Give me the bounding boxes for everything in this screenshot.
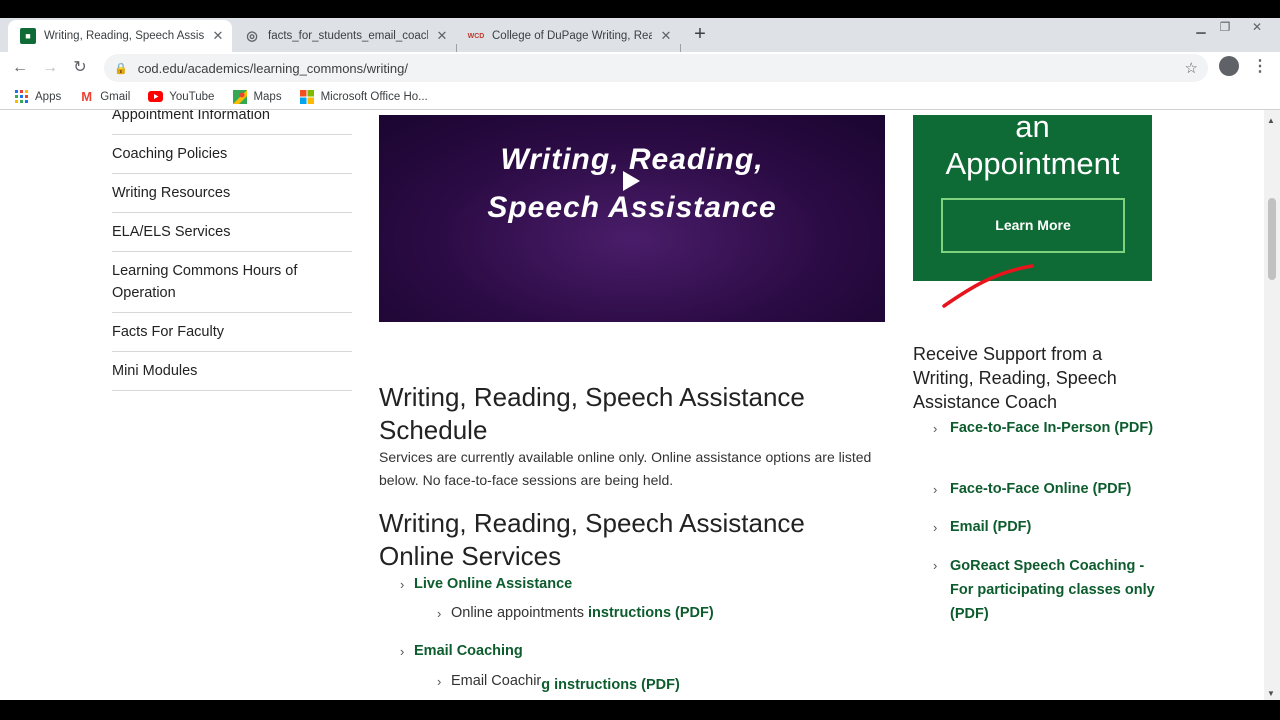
bookmark-gmail[interactable]: M Gmail xyxy=(79,89,130,104)
cod-icon: ■ xyxy=(20,28,36,44)
list-item-goreact: › GoReact Speech Coaching - For particip… xyxy=(933,554,1158,626)
support-heading: Receive Support from a Writing, Reading,… xyxy=(913,344,1117,412)
office-icon xyxy=(300,89,315,104)
bookmarks-bar: Apps M Gmail YouTube Maps Microsoft Offi… xyxy=(0,84,1280,110)
bookmark-star-icon[interactable]: ☆ xyxy=(1185,59,1198,77)
make-appointment-promo: an Appointment Learn More xyxy=(913,115,1152,281)
chevron-right-icon: › xyxy=(933,520,938,535)
forward-icon[interactable]: → xyxy=(38,56,62,80)
bookmark-apps[interactable]: Apps xyxy=(14,89,61,104)
close-window-icon[interactable]: ✕ xyxy=(1242,18,1272,36)
globe-icon: ◎ xyxy=(246,28,258,43)
red-annotation-stroke xyxy=(942,264,1034,308)
maps-icon xyxy=(232,89,247,104)
schedule-heading: Writing, Reading, Speech Assistance Sche… xyxy=(379,382,805,445)
chevron-right-icon: › xyxy=(437,605,442,621)
scroll-thumb[interactable] xyxy=(1268,198,1276,280)
address-bar[interactable]: 🔒 cod.edu/academics/learning_commons/wri… xyxy=(104,54,1208,82)
learn-more-button[interactable]: Learn More xyxy=(941,198,1125,253)
browser-window: ■ Writing, Reading, Speech Assista ✕ ◎ f… xyxy=(0,0,1280,720)
url-text: cod.edu/academics/learning_commons/writi… xyxy=(137,60,408,76)
screen-bottom-bar xyxy=(0,700,1280,720)
web-page: Appointment Information Coaching Policie… xyxy=(0,110,1264,700)
live-online-assistance-link[interactable]: Live Online Assistance xyxy=(414,576,572,592)
tab-title: facts_for_students_email_coachin xyxy=(268,30,428,42)
play-icon[interactable] xyxy=(623,171,640,191)
wcd-icon: WCD xyxy=(467,32,485,40)
sidebar-item-appointment-information[interactable]: Appointment Information xyxy=(112,110,352,126)
restore-icon[interactable]: ❐ xyxy=(1210,18,1240,36)
close-tab-icon[interactable]: ✕ xyxy=(210,28,226,44)
promo-text-line-1: an xyxy=(1015,115,1050,144)
sidebar-item-mini-modules[interactable]: Mini Modules xyxy=(112,352,352,391)
list-item-online-appointments: › Online appointments instructions (PDF) xyxy=(437,605,714,621)
sidebar-item-facts-for-faculty[interactable]: Facts For Faculty xyxy=(112,313,352,352)
bookmark-maps[interactable]: Maps xyxy=(232,89,282,104)
chevron-right-icon: › xyxy=(400,576,405,592)
sidebar-item-hours-of-operation[interactable]: Learning Commons Hours of Operation xyxy=(112,252,352,313)
list-item-email-coaching-instructions: › Email Coachir g instructions (PDF) xyxy=(437,673,680,693)
chevron-right-icon: › xyxy=(437,673,442,689)
bookmark-office[interactable]: Microsoft Office Ho... xyxy=(300,89,428,104)
sidebar-list: Coaching Policies Writing Resources ELA/… xyxy=(112,134,352,391)
bookmark-label: Gmail xyxy=(100,90,131,103)
email-coaching-text: Email Coachir xyxy=(451,673,542,689)
menu-icon[interactable]: ⋮ xyxy=(1252,56,1268,78)
reload-icon[interactable]: ↻ xyxy=(68,56,92,80)
schedule-text: Services are currently available online … xyxy=(379,449,872,488)
video-title-line-2: Speech Assistance xyxy=(487,191,777,224)
list-item-face-to-face-in-person: › Face-to-Face In-Person (PDF) xyxy=(933,416,1158,441)
new-tab-icon[interactable]: + xyxy=(690,22,710,46)
chevron-right-icon: › xyxy=(933,558,938,573)
tab-title: College of DuPage Writing, Read xyxy=(492,30,652,42)
page-scrollbar[interactable]: ▲ ▼ xyxy=(1264,110,1280,700)
apps-grid-icon xyxy=(14,89,29,104)
online-services-heading: Writing, Reading, Speech Assistance Onli… xyxy=(379,508,805,571)
scroll-up-icon[interactable]: ▲ xyxy=(1267,116,1275,125)
sidebar-item-writing-resources[interactable]: Writing Resources xyxy=(112,174,352,213)
goreact-speech-coaching-link[interactable]: GoReact Speech Coaching - For participat… xyxy=(950,554,1158,626)
online-appointments-text: Online appointments xyxy=(451,605,584,621)
chevron-right-icon: › xyxy=(933,421,938,436)
list-item-email: › Email (PDF) xyxy=(933,515,1158,540)
bookmark-label: Maps xyxy=(253,90,282,103)
list-item-live-online: › Live Online Assistance xyxy=(400,576,572,592)
promo-text-line-2: Appointment xyxy=(945,146,1120,181)
screen-top-bar xyxy=(0,0,1280,18)
list-item-face-to-face-online: › Face-to-Face Online (PDF) xyxy=(933,477,1158,502)
lock-icon: 🔒 xyxy=(114,62,128,75)
close-tab-icon[interactable]: ✕ xyxy=(434,28,450,44)
account-icon[interactable] xyxy=(1219,56,1239,76)
bookmark-label: Apps xyxy=(35,90,62,103)
back-icon[interactable]: ← xyxy=(8,56,32,80)
list-item-email-coaching: › Email Coaching xyxy=(400,643,523,659)
bookmark-label: YouTube xyxy=(169,90,215,103)
scroll-down-icon[interactable]: ▼ xyxy=(1267,689,1275,698)
mouse-cursor-icon xyxy=(1194,447,1206,463)
email-pdf-link[interactable]: Email (PDF) xyxy=(950,515,1031,540)
tab-strip: ■ Writing, Reading, Speech Assista ✕ ◎ f… xyxy=(0,18,1280,60)
tab-college[interactable]: WCD College of DuPage Writing, Read ✕ xyxy=(456,20,680,52)
bookmark-youtube[interactable]: YouTube xyxy=(148,89,214,104)
online-appointments-pdf-link[interactable]: instructions (PDF) xyxy=(588,605,714,621)
chevron-right-icon: › xyxy=(933,482,938,497)
sidebar-item-ela-els-services[interactable]: ELA/ELS Services xyxy=(112,213,352,252)
video-player[interactable]: Writing, Reading, Speech Assistance xyxy=(379,115,885,322)
sidebar-item-coaching-policies[interactable]: Coaching Policies xyxy=(112,135,352,174)
tab-writing[interactable]: ■ Writing, Reading, Speech Assista ✕ xyxy=(8,20,232,52)
email-coaching-link[interactable]: Email Coaching xyxy=(414,643,523,659)
email-coaching-pdf-link[interactable]: g instructions (PDF) xyxy=(541,677,680,693)
face-to-face-online-link[interactable]: Face-to-Face Online (PDF) xyxy=(950,477,1131,502)
face-to-face-in-person-link[interactable]: Face-to-Face In-Person (PDF) xyxy=(950,416,1153,441)
tab-facts[interactable]: ◎ facts_for_students_email_coachin ✕ xyxy=(232,20,456,52)
chevron-right-icon: › xyxy=(400,643,405,659)
gmail-icon: M xyxy=(81,89,93,104)
youtube-icon xyxy=(148,89,164,104)
bookmark-label: Microsoft Office Ho... xyxy=(320,90,428,103)
tab-title: Writing, Reading, Speech Assista xyxy=(44,30,204,42)
browser-toolbar: ← → ↻ 🔒 cod.edu/academics/learning_commo… xyxy=(0,52,1280,84)
close-tab-icon[interactable]: ✕ xyxy=(658,28,674,44)
